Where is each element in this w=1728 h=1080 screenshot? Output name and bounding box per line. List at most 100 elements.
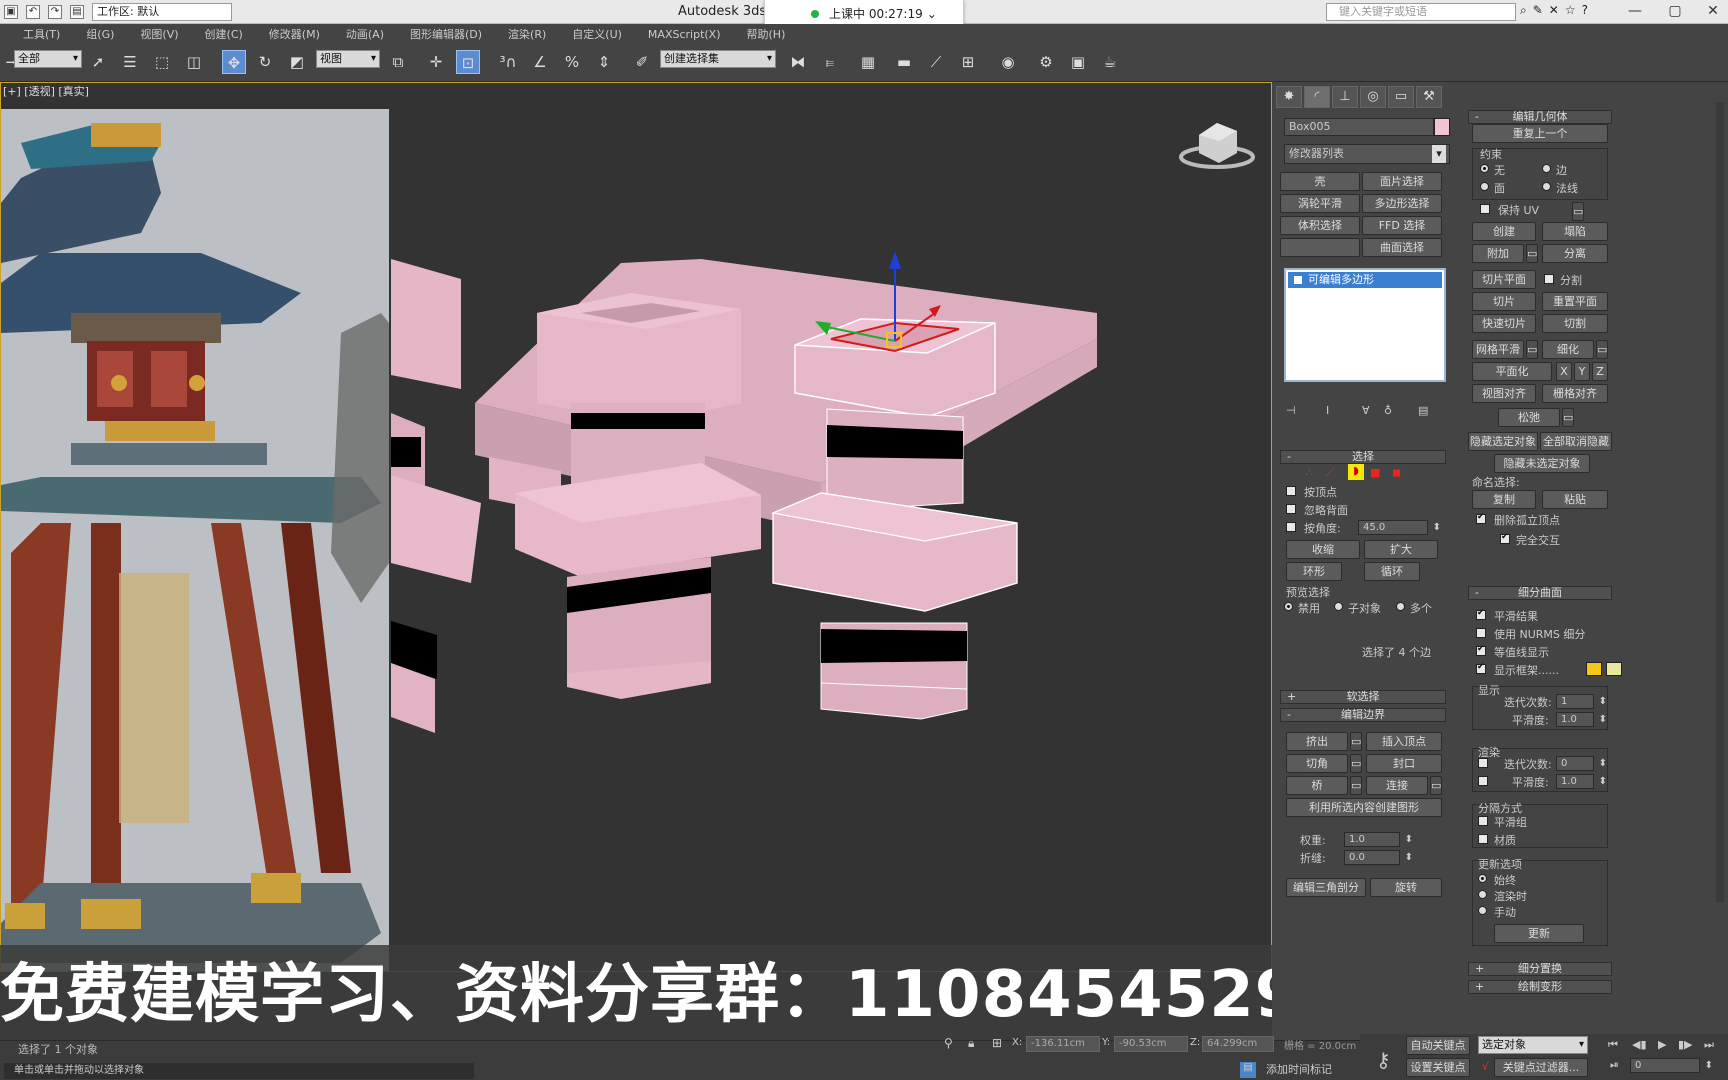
soft-selection-rollout[interactable]: + 软选择 <box>1280 690 1446 704</box>
create-tab-icon[interactable]: ✸ <box>1276 86 1302 108</box>
viewcube[interactable] <box>1179 123 1255 169</box>
menu-item[interactable]: 工具(T) <box>10 26 73 42</box>
constraint-face-radio[interactable] <box>1480 182 1489 191</box>
undo-icon[interactable]: ↶ <box>26 5 40 19</box>
preserve-uv-checkbox[interactable] <box>1480 204 1490 214</box>
crease-spinner[interactable]: 0.0 <box>1344 850 1413 865</box>
select-and-move-icon[interactable]: ✥ <box>222 50 246 74</box>
selection-filter-dropdown[interactable]: 全部 <box>14 50 82 68</box>
menu-item[interactable]: 帮助(H) <box>734 26 799 42</box>
turn-button[interactable]: 旋转 <box>1370 878 1442 897</box>
grow-button[interactable]: 扩大 <box>1364 540 1438 559</box>
iterations-spinner[interactable]: 1 <box>1556 694 1607 709</box>
planarize-button[interactable]: 平面化 <box>1472 362 1552 381</box>
cage-color-swatch[interactable] <box>1586 662 1602 676</box>
loop-button[interactable]: 循环 <box>1364 562 1420 581</box>
display-tab-icon[interactable]: ▭ <box>1388 86 1414 108</box>
close-x-icon[interactable]: ✕ <box>1549 3 1559 18</box>
shrink-button[interactable]: 收缩 <box>1286 540 1360 559</box>
modifier-patchselect-button[interactable]: 面片选择 <box>1362 172 1442 191</box>
schematic-view-icon[interactable]: ⊞ <box>956 50 980 74</box>
auto-key-button[interactable]: 自动关键点 <box>1406 1036 1470 1055</box>
hide-unselected-button[interactable]: 隐藏未选定对象 <box>1494 454 1590 473</box>
cage-selection-color-swatch[interactable] <box>1606 662 1622 676</box>
chamfer-settings-icon[interactable]: ▭ <box>1350 754 1362 773</box>
keyboard-override-icon[interactable]: ⊡ <box>456 50 480 74</box>
object-color-swatch[interactable] <box>1434 118 1450 136</box>
percent-snap-icon[interactable]: % <box>560 50 584 74</box>
reference-coord-dropdown[interactable]: 视图 <box>316 50 380 68</box>
close-button[interactable]: ✕ <box>1698 0 1728 22</box>
use-nurms-checkbox[interactable] <box>1476 628 1486 638</box>
edit-borders-rollout-header[interactable]: - 编辑边界 <box>1280 708 1446 722</box>
viewport-label[interactable]: [+] [透视] [真实] <box>3 83 89 99</box>
redo-icon[interactable]: ↷ <box>48 5 62 19</box>
hierarchy-tab-icon[interactable]: ⊥ <box>1332 86 1358 108</box>
render-iterations-spinner[interactable]: 0 <box>1556 756 1607 771</box>
set-key-button[interactable]: 设置关键点 <box>1406 1058 1470 1077</box>
modifier-shell-button[interactable]: 壳 <box>1280 172 1360 191</box>
align-icon[interactable]: ⫢ <box>818 50 842 74</box>
menu-item[interactable]: 创建(C) <box>192 26 256 42</box>
prev-frame-icon[interactable]: ◀▮ <box>1632 1038 1647 1051</box>
paste-button[interactable]: 粘贴 <box>1542 490 1608 509</box>
vertex-mode-icon[interactable]: ∴ <box>1306 466 1313 479</box>
menu-item[interactable]: MAXScript(X) <box>635 28 734 41</box>
menu-item[interactable]: 自定义(U) <box>559 26 635 42</box>
polygon-mode-icon[interactable]: ■ <box>1370 466 1380 479</box>
workspace-dropdown[interactable]: 工作区: 默认 <box>92 3 232 21</box>
selection-rollout-header[interactable]: - 选择 <box>1280 450 1446 464</box>
unhide-all-button[interactable]: 全部取消隐藏 <box>1540 432 1612 451</box>
next-frame-icon[interactable]: ▮▶ <box>1678 1038 1693 1051</box>
select-manipulate-icon[interactable]: ✛ <box>424 50 448 74</box>
collapse-button[interactable]: 塌陷 <box>1542 222 1608 241</box>
angle-spinner[interactable]: 45.0 <box>1358 520 1441 535</box>
app-menu-icon[interactable]: ▣ <box>4 5 18 19</box>
cut-button[interactable]: 切割 <box>1542 314 1608 333</box>
render-teapot-icon[interactable]: ☕ <box>1098 50 1122 74</box>
render-smoothness-checkbox[interactable] <box>1478 776 1488 786</box>
object-name-field[interactable]: Box005 <box>1284 118 1434 136</box>
current-frame-field[interactable]: 0 <box>1630 1058 1713 1073</box>
menu-item[interactable]: 修改器(M) <box>256 26 333 42</box>
edit-triangulation-button[interactable]: 编辑三角剖分 <box>1286 878 1366 897</box>
element-mode-icon[interactable]: ◼ <box>1392 466 1401 479</box>
select-by-name-icon[interactable]: ☰ <box>118 50 142 74</box>
menu-item[interactable]: 组(G) <box>73 26 127 42</box>
delete-isolated-checkbox[interactable] <box>1476 512 1486 524</box>
view-align-button[interactable]: 视图对齐 <box>1472 384 1536 403</box>
smoothing-groups-checkbox[interactable] <box>1478 816 1488 826</box>
isoline-display-checkbox[interactable] <box>1476 644 1486 656</box>
slice-plane-button[interactable]: 切片平面 <box>1472 270 1536 289</box>
menu-item[interactable]: 渲染(R) <box>495 26 559 42</box>
select-and-rotate-icon[interactable]: ↻ <box>253 50 277 74</box>
x-coordinate-field[interactable]: -136.11cm <box>1026 1036 1100 1052</box>
tessellate-settings-icon[interactable]: ▭ <box>1596 340 1608 359</box>
modifier-turbosmooth-button[interactable]: 涡轮平滑 <box>1280 194 1360 213</box>
pin-stack-icon[interactable]: ⊣ <box>1286 404 1296 417</box>
cap-button[interactable]: 封口 <box>1366 754 1442 773</box>
modify-tab-icon[interactable]: ◜ <box>1304 86 1330 108</box>
menu-item[interactable]: 动画(A) <box>333 26 397 42</box>
z-coordinate-field[interactable]: 64.299cm <box>1202 1036 1274 1052</box>
planarize-y-button[interactable]: Y <box>1574 362 1590 381</box>
render-smoothness-spinner[interactable]: 1.0 <box>1556 774 1607 789</box>
modifier-list-dropdown[interactable]: 修改器列表 <box>1284 144 1450 164</box>
panel-scrollbar[interactable] <box>1716 102 1724 902</box>
modifier-empty-button[interactable] <box>1280 238 1360 257</box>
relax-settings-icon[interactable]: ▭ <box>1562 408 1574 427</box>
goto-end-icon[interactable]: ⏭ <box>1704 1038 1714 1052</box>
constraint-edge-radio[interactable] <box>1542 164 1551 173</box>
maximize-button[interactable]: ▢ <box>1660 0 1690 22</box>
slice-button[interactable]: 切片 <box>1472 292 1536 311</box>
constraint-none-radio[interactable] <box>1480 164 1489 173</box>
material-editor-icon[interactable]: ◉ <box>996 50 1020 74</box>
subdivision-displacement-rollout[interactable]: + 细分置换 <box>1468 962 1612 976</box>
rendered-frame-icon[interactable]: ▣ <box>1066 50 1090 74</box>
select-object-icon[interactable]: ➚ <box>86 50 110 74</box>
materials-checkbox[interactable] <box>1478 834 1488 844</box>
rect-selection-icon[interactable]: ⬚ <box>150 50 174 74</box>
update-button[interactable]: 更新 <box>1494 924 1584 943</box>
paint-deformation-rollout[interactable]: + 绘制变形 <box>1468 980 1612 994</box>
binoculars-icon[interactable]: ⌕ <box>1520 3 1527 18</box>
